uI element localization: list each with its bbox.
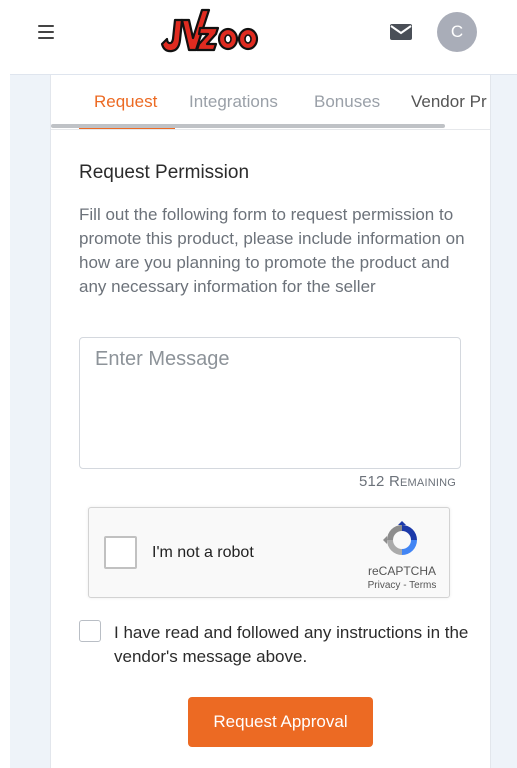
- jvzoo-logo[interactable]: [160, 6, 262, 58]
- remaining-label: Remaining: [388, 473, 456, 490]
- recaptcha-terms-link[interactable]: Terms: [409, 580, 436, 591]
- hamburger-menu-icon[interactable]: [38, 25, 54, 39]
- agreement-checkbox[interactable]: [79, 620, 101, 642]
- top-header: C: [0, 0, 517, 74]
- recaptcha-label: I'm not a robot: [152, 544, 254, 561]
- avatar-initial: C: [450, 22, 464, 41]
- remaining-counter: 512 Remaining: [359, 473, 456, 490]
- mail-icon[interactable]: [390, 24, 412, 40]
- recaptcha-brand: reCAPTCHA: [367, 564, 436, 578]
- section-title: Request Permission: [79, 162, 250, 183]
- remaining-count: 512: [358, 473, 385, 490]
- tab-vendor[interactable]: Vendor Pr: [411, 92, 487, 112]
- request-approval-button[interactable]: Request Approval: [188, 697, 373, 747]
- tab-bonuses[interactable]: Bonuses: [314, 92, 380, 112]
- recaptcha-privacy-link[interactable]: Privacy: [368, 580, 401, 591]
- request-card: Request Integrations Bonuses Vendor Pr R…: [50, 75, 491, 768]
- recaptcha-widget: I'm not a robot reCAPTCHA Privacy - Term…: [88, 507, 450, 598]
- recaptcha-links: Privacy - Terms: [359, 580, 445, 591]
- agreement-label[interactable]: I have read and followed any instruction…: [114, 621, 474, 669]
- tab-divider: [51, 129, 490, 130]
- recaptcha-checkbox[interactable]: [104, 536, 137, 569]
- form-description: Fill out the following form to request p…: [79, 205, 465, 296]
- tab-request[interactable]: Request: [94, 92, 157, 112]
- recaptcha-link-separator: -: [400, 580, 410, 591]
- logo-letters: [160, 8, 259, 53]
- user-avatar[interactable]: C: [437, 12, 477, 52]
- message-input[interactable]: [79, 337, 461, 469]
- recaptcha-icon: [383, 521, 417, 555]
- tab-bar: Request Integrations Bonuses Vendor Pr: [51, 75, 490, 130]
- tab-integrations[interactable]: Integrations: [189, 92, 278, 112]
